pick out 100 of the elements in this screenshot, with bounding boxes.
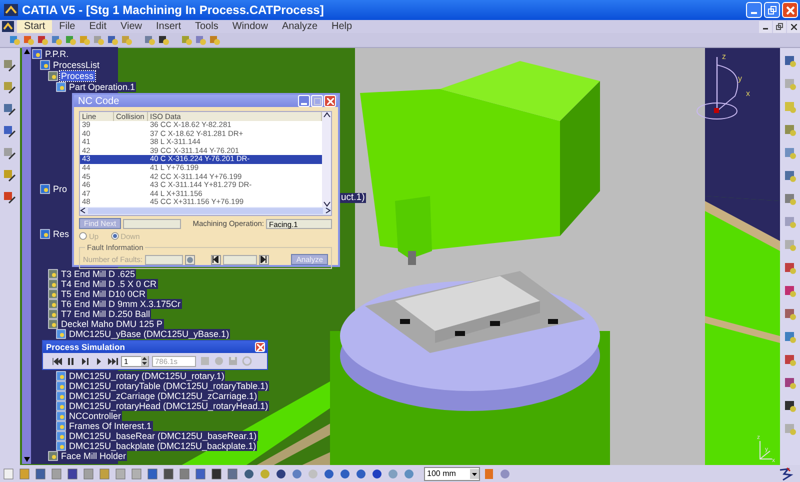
app-icon <box>4 4 18 16</box>
menu-item[interactable]: File <box>52 20 82 33</box>
tree-node-icon <box>48 269 58 279</box>
toolbar-button[interactable] <box>782 375 798 391</box>
icon-button[interactable] <box>184 254 195 265</box>
tree-node-icon <box>56 82 66 92</box>
tree-item[interactable]: T4 End Mill D .5 X 0 CR <box>60 279 158 289</box>
tree-item[interactable]: T6 End Mill D 9mm X.3.175Cr <box>60 299 182 309</box>
first-button[interactable] <box>210 254 221 265</box>
toolbar-button[interactable] <box>338 466 352 480</box>
compass-drawing: z y x <box>696 52 750 120</box>
scrollbar[interactable] <box>80 206 331 215</box>
close-button[interactable] <box>782 2 798 18</box>
toolbar-button[interactable] <box>2 190 18 206</box>
last-button[interactable] <box>258 254 269 265</box>
tree-item[interactable]: Part Operation.1 <box>68 82 136 92</box>
scroll-left-icon <box>80 207 86 214</box>
menu-item[interactable]: Insert <box>148 20 188 33</box>
tree-node-icon <box>48 279 58 289</box>
toolbar-button[interactable] <box>354 466 368 480</box>
toolbar-button[interactable] <box>2 58 18 74</box>
menu-item[interactable]: View <box>113 20 149 33</box>
tree-item[interactable]: Face Mill Holder <box>60 451 128 461</box>
toolbar-button[interactable] <box>2 146 18 162</box>
logo-icon <box>778 466 794 480</box>
step-forward-button[interactable] <box>79 356 90 366</box>
tree-item[interactable]: ProcessList <box>52 60 101 70</box>
tree-item[interactable]: Process <box>60 71 95 81</box>
tree-item[interactable]: uct.1) <box>340 193 366 203</box>
close-icon <box>256 344 264 350</box>
toolbar-button[interactable] <box>2 102 18 118</box>
tree-item[interactable]: DMC125U_rotaryTable (DMC125U_rotaryTable.1) <box>68 381 270 391</box>
toolbar-button[interactable] <box>2 168 18 184</box>
tree-item[interactable]: DMC125U_rotaryHead (DMC125U_rotaryHead.1) <box>68 401 270 411</box>
scroll-up-icon <box>322 112 330 118</box>
restore-icon <box>776 23 783 30</box>
menu-item[interactable]: Start <box>17 20 52 33</box>
tree-item[interactable]: T5 End Mill D10 0CR <box>60 289 147 299</box>
tree-item[interactable]: Deckel Maho DMU 125 P <box>60 319 164 329</box>
tree-node-icon <box>32 49 42 59</box>
toolbar-button[interactable] <box>274 466 288 480</box>
tree-item[interactable]: NCController <box>68 411 122 421</box>
toolbar-button[interactable] <box>34 466 48 480</box>
tree-item[interactable]: T3 End Mill D .625 <box>60 269 136 279</box>
menu-item[interactable]: Window <box>225 20 275 33</box>
close-button[interactable] <box>787 20 800 32</box>
pause-icon <box>67 358 74 364</box>
toolbar-button[interactable] <box>146 466 160 480</box>
toolbar-button[interactable] <box>242 466 256 480</box>
tree-node-icon <box>40 60 50 70</box>
restore-button[interactable] <box>764 2 780 18</box>
rewind-button[interactable] <box>51 356 62 366</box>
toolbar-button[interactable] <box>2 124 18 140</box>
faults-field[interactable] <box>144 254 183 265</box>
toolbar-button[interactable] <box>66 466 80 480</box>
toolbar-button[interactable] <box>194 466 208 480</box>
scrollbar[interactable] <box>22 47 31 464</box>
maximize-icon <box>314 98 320 104</box>
tree-node-icon <box>48 71 58 81</box>
fault-index-field[interactable] <box>222 254 257 265</box>
toolbar-button[interactable] <box>157 34 170 46</box>
radio-icon <box>110 232 119 240</box>
toolbar-button[interactable] <box>370 466 384 480</box>
pause-button[interactable] <box>65 356 76 366</box>
close-icon <box>326 98 334 104</box>
tree-item[interactable]: DMC125U_yBase (DMC125U_yBase.1) <box>68 329 230 339</box>
toolbar-button[interactable] <box>162 466 176 480</box>
tree-node-icon <box>56 381 66 391</box>
circle-icon <box>186 256 194 264</box>
dialog-title: Process Simulation <box>46 342 125 352</box>
menu-item[interactable]: Analyze <box>274 20 325 33</box>
close-button[interactable] <box>324 95 336 107</box>
minimize-button[interactable] <box>759 20 772 32</box>
scale-dropdown[interactable]: 100 mm <box>424 466 480 480</box>
close-button[interactable] <box>255 342 265 352</box>
menu-item[interactable]: Help <box>324 20 360 33</box>
tree-item[interactable]: DMC125U_zCarriage (DMC125U_zCarriage.1) <box>68 391 258 401</box>
toolbar-button[interactable] <box>782 398 798 414</box>
search-field[interactable] <box>123 218 182 229</box>
scrollbar[interactable] <box>322 112 331 207</box>
toolbar-button[interactable] <box>782 53 798 69</box>
tree-item[interactable]: DMC125U_rotary (DMC125U_rotary.1) <box>68 371 226 381</box>
tree-item[interactable]: Pro <box>52 184 68 194</box>
tree-item[interactable]: T7 End Mill D.250 Ball <box>60 309 152 319</box>
tree-item[interactable]: P.P.R. <box>44 49 70 59</box>
minimize-button[interactable] <box>746 2 762 18</box>
fast-forward-button[interactable] <box>107 356 118 366</box>
tree-item[interactable]: DMC125U_baseRear (DMC125U_baseRear.1) <box>68 431 258 441</box>
tree-node-icon <box>56 431 66 441</box>
maximize-button[interactable] <box>311 95 323 107</box>
tree-item[interactable]: Frames Of Interest.1 <box>68 421 153 431</box>
menu-item[interactable]: Edit <box>82 20 114 33</box>
toolbar-button[interactable] <box>322 466 336 480</box>
menu-item[interactable]: Tools <box>188 20 226 33</box>
tree-item[interactable]: Res <box>52 229 70 239</box>
close-icon <box>790 24 796 30</box>
toolbar-button[interactable] <box>2 80 18 96</box>
restore-button[interactable] <box>773 20 786 32</box>
toolbar-button[interactable] <box>210 466 224 480</box>
tree-item[interactable]: DMC125U_backplate (DMC125U_backplate.1) <box>68 441 258 451</box>
